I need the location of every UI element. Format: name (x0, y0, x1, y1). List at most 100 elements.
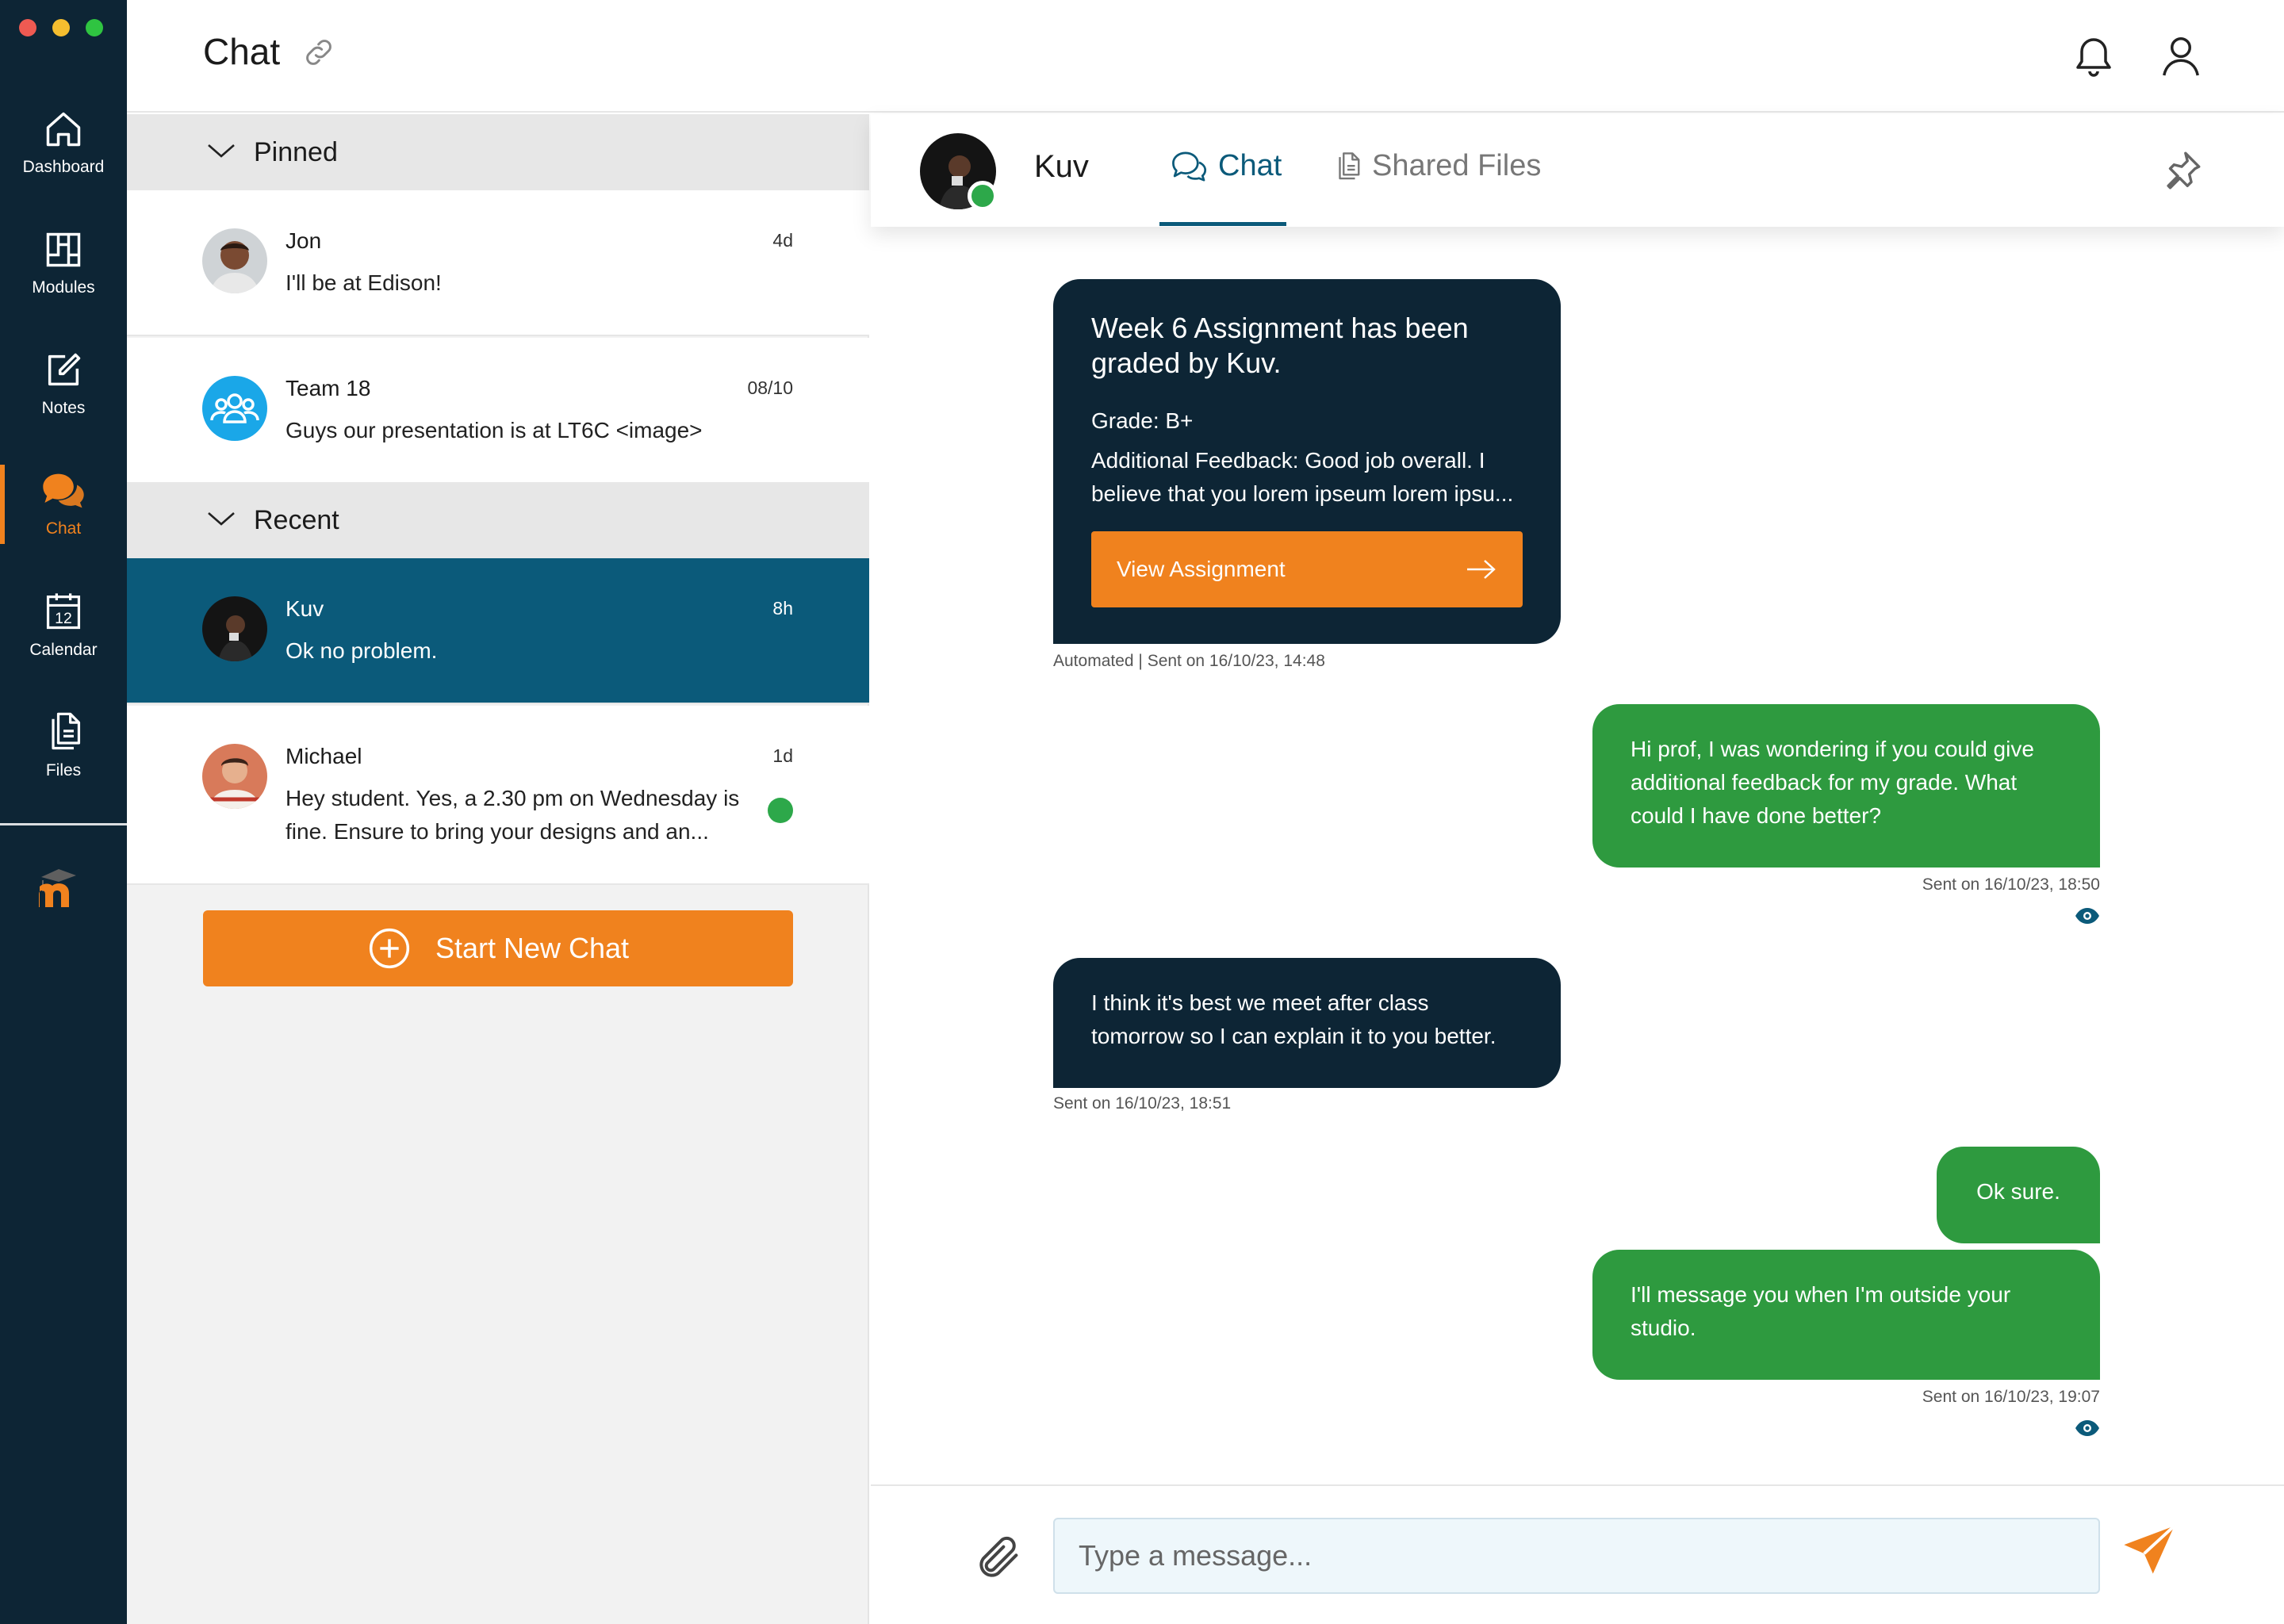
plus-circle-icon (369, 928, 410, 969)
received-message: I think it's best we meet after class to… (1053, 958, 1561, 1088)
message-input[interactable] (1053, 1518, 2100, 1594)
section-title: Pinned (254, 136, 338, 167)
section-title: Recent (254, 504, 339, 535)
nav-label: Dashboard (22, 158, 105, 176)
maximize-window-button[interactable] (86, 19, 103, 36)
pinned-section-header[interactable]: Pinned (127, 114, 869, 190)
sent-message: I'll message you when I'm outside your s… (1592, 1250, 2100, 1380)
contact-name: Kuv (1034, 149, 1089, 184)
send-icon[interactable] (2119, 1521, 2179, 1581)
sidebar-nav: Dashboard Modules Notes Chat 12 Calendar… (0, 0, 127, 1624)
message-meta: Sent on 16/10/23, 18:51 (1053, 1094, 1232, 1113)
nav-item-chat[interactable]: Chat (0, 449, 127, 560)
sidebar-divider (0, 823, 127, 825)
chat-preview: Ok no problem. (286, 638, 438, 663)
nav-item-calendar[interactable]: 12 Calendar (0, 569, 127, 680)
chat-list-panel: Pinned Jon 4d I'll be at Edison! Team 18… (127, 114, 869, 1624)
nav-item-notes[interactable]: Notes (0, 328, 127, 439)
conversation-panel: Kuv Chat Shared Files Week 6 Assignment … (871, 114, 2284, 1624)
avatar (202, 228, 267, 293)
calendar-icon: 12 (46, 593, 81, 630)
chat-time: 4d (772, 230, 793, 251)
chat-bubbles-icon (1172, 151, 1207, 182)
chat-name: Michael (286, 744, 362, 768)
message-meta: Sent on 16/10/23, 19:07 (1922, 1388, 2100, 1406)
chat-preview: Guys our presentation is at LT6C <image> (286, 418, 703, 442)
tab-shared-files[interactable]: Shared Files (1332, 149, 1541, 183)
unread-indicator (768, 798, 793, 823)
moodle-logo (35, 863, 92, 910)
sent-message: Ok sure. (1937, 1147, 2100, 1243)
message-text: I think it's best we meet after class to… (1091, 990, 1496, 1048)
tab-chat[interactable]: Chat (1171, 149, 1282, 183)
nav-label: Calendar (29, 641, 98, 659)
files-icon (52, 712, 81, 750)
files-icon (1339, 151, 1360, 179)
chevron-down-icon (208, 144, 235, 158)
nav-item-files[interactable]: Files (0, 690, 127, 801)
start-new-chat-label: Start New Chat (435, 932, 630, 964)
link-icon[interactable] (301, 35, 336, 70)
chat-bubbles-icon (43, 473, 84, 508)
chat-name: Jon (286, 228, 322, 253)
chevron-down-icon (208, 512, 235, 526)
top-bar: Chat (127, 0, 2284, 113)
chat-item-michael[interactable]: Michael 1d Hey student. Yes, a 2.30 pm o… (127, 706, 869, 885)
recent-section-header[interactable]: Recent (127, 482, 869, 558)
active-tab-indicator (1159, 222, 1286, 226)
message-text: I'll message you when I'm outside your s… (1631, 1282, 2011, 1340)
seen-eye-icon (2075, 908, 2099, 924)
chat-item-kuv[interactable]: Kuv 8h Ok no problem. (127, 558, 869, 704)
message-text: Ok sure. (1976, 1179, 2060, 1204)
avatar (202, 596, 267, 661)
modules-icon (46, 232, 81, 267)
close-window-button[interactable] (19, 19, 36, 36)
chat-time: 1d (772, 745, 793, 766)
feedback-text: Additional Feedback: Good job overall. I… (1091, 448, 1514, 506)
chat-preview: I'll be at Edison! (286, 270, 442, 295)
home-icon (46, 112, 81, 147)
chat-item-team-18[interactable]: Team 18 08/10 Guys our presentation is a… (127, 338, 869, 484)
page-title: Chat (203, 31, 281, 72)
view-assignment-label: View Assignment (1117, 557, 1286, 581)
online-status-indicator (968, 181, 998, 211)
seen-eye-icon (2075, 1420, 2099, 1436)
message-text: Hi prof, I was wondering if you could gi… (1631, 737, 2034, 828)
chat-name: Team 18 (286, 376, 371, 400)
pin-icon[interactable] (2159, 147, 2205, 193)
message-thread: Week 6 Assignment has been graded by Kuv… (871, 227, 2284, 1599)
nav-label: Files (45, 761, 82, 779)
svg-text:12: 12 (55, 610, 72, 627)
group-avatar-icon (202, 376, 267, 441)
bell-icon[interactable] (2070, 32, 2117, 79)
grade-text: Grade: B+ (1091, 408, 1194, 433)
user-profile-icon[interactable] (2157, 32, 2205, 79)
message-composer (871, 1484, 2284, 1624)
nav-label: Chat (45, 519, 82, 538)
message-meta: Automated | Sent on 16/10/23, 14:48 (1053, 652, 1325, 670)
paperclip-icon[interactable] (974, 1530, 1025, 1584)
tab-label: Chat (1218, 149, 1282, 182)
minimize-window-button[interactable] (52, 19, 70, 36)
nav-label: Notes (41, 399, 86, 417)
nav-label: Modules (32, 278, 95, 297)
card-title: Week 6 Assignment has been graded by Kuv… (1091, 312, 1469, 379)
assignment-graded-card: Week 6 Assignment has been graded by Kuv… (1053, 279, 1561, 644)
window-controls (19, 19, 103, 36)
arrow-right-icon (1467, 560, 1496, 579)
chat-time: 08/10 (747, 377, 793, 398)
chat-name: Kuv (286, 596, 324, 621)
edit-note-icon (48, 353, 81, 386)
chat-preview: Hey student. Yes, a 2.30 pm on Wednesday… (286, 786, 740, 844)
avatar (202, 744, 267, 809)
nav-item-modules[interactable]: Modules (0, 208, 127, 319)
app-window: Dashboard Modules Notes Chat 12 Calendar… (0, 0, 2284, 1624)
sent-message: Hi prof, I was wondering if you could gi… (1592, 704, 2100, 868)
conversation-header: Kuv Chat Shared Files (871, 114, 2284, 227)
start-new-chat-button[interactable]: Start New Chat (203, 910, 793, 986)
view-assignment-button[interactable]: View Assignment (1091, 531, 1523, 607)
nav-item-dashboard[interactable]: Dashboard (0, 87, 127, 198)
chat-item-jon[interactable]: Jon 4d I'll be at Edison! (127, 190, 869, 336)
tab-label: Shared Files (1372, 149, 1542, 182)
message-meta: Sent on 16/10/23, 18:50 (1922, 875, 2100, 894)
